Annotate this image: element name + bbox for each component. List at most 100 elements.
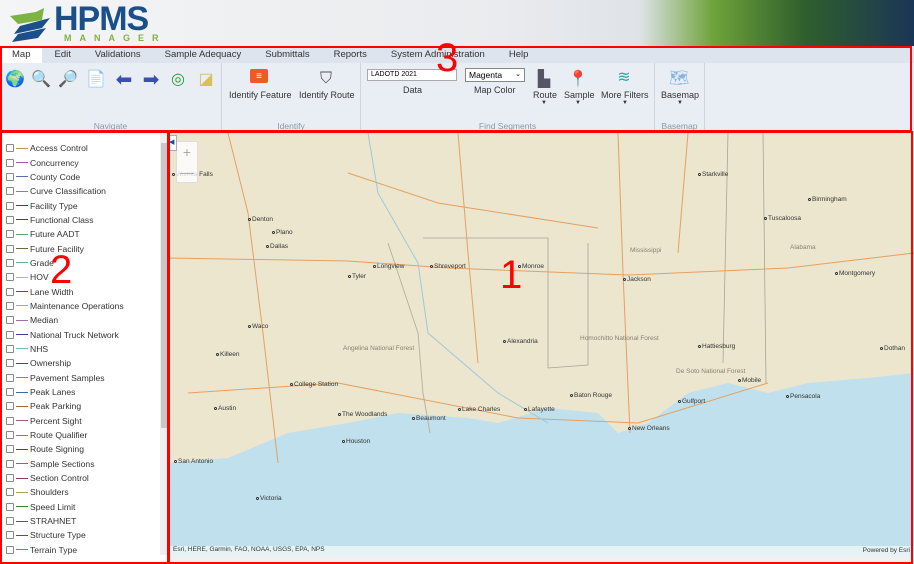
layer-item[interactable]: Future AADT <box>0 227 168 241</box>
layer-items: Access Control Concurrency County Code Curv… <box>0 133 168 557</box>
layer-checkbox[interactable] <box>6 316 14 325</box>
layer-checkbox[interactable] <box>6 258 14 267</box>
layer-checkbox[interactable] <box>6 301 14 310</box>
layer-item[interactable]: Maintenance Operations <box>0 299 168 313</box>
layer-item[interactable]: Concurrency <box>0 155 168 169</box>
city-name: De Soto National Forest <box>676 368 746 375</box>
tab-submittals[interactable]: Submittals <box>253 46 321 63</box>
layer-checkbox[interactable] <box>6 201 14 210</box>
collapse-sidebar-button[interactable]: ◀ <box>168 135 177 151</box>
layer-item[interactable]: STRAHNET <box>0 514 168 528</box>
city-name: Baton Rouge <box>574 392 612 399</box>
city-name: New Orleans <box>632 425 670 432</box>
layer-checkbox[interactable] <box>6 330 14 339</box>
layer-checkbox[interactable] <box>6 545 14 554</box>
eraser-icon[interactable]: ◪ <box>196 69 216 89</box>
layer-checkbox[interactable] <box>6 431 14 440</box>
layer-checkbox[interactable] <box>6 402 14 411</box>
city-name: Montgomery <box>839 270 876 277</box>
layer-item[interactable]: Structure Type <box>0 528 168 542</box>
zoom-out-button[interactable]: — <box>177 162 197 182</box>
powered-by-esri[interactable]: Powered by Esri <box>863 547 910 554</box>
layer-item[interactable]: Percent Sight <box>0 414 168 428</box>
back-arrow-icon[interactable]: ⬅ <box>114 69 134 91</box>
layer-item[interactable]: Median <box>0 313 168 327</box>
layer-item[interactable]: HOV <box>0 270 168 284</box>
layer-item[interactable]: Pavement Samples <box>0 371 168 385</box>
layer-checkbox[interactable] <box>6 531 14 540</box>
layer-checkbox[interactable] <box>6 416 14 425</box>
layer-item[interactable]: Access Control <box>0 141 168 155</box>
layer-checkbox[interactable] <box>6 445 14 454</box>
layer-checkbox[interactable] <box>6 158 14 167</box>
layer-label: Route Signing <box>30 444 84 455</box>
map-horizontal-scrollbar[interactable] <box>168 556 914 564</box>
layer-checkbox[interactable] <box>6 502 14 511</box>
city-dot-icon <box>628 427 631 430</box>
zoom-in-icon[interactable]: 🔍 <box>31 69 51 89</box>
tab-reports[interactable]: Reports <box>322 46 379 63</box>
chevron-down-icon: ⌄ <box>515 71 521 78</box>
layer-checkbox[interactable] <box>6 144 14 153</box>
tab-sample-adequacy[interactable]: Sample Adequacy <box>153 46 254 63</box>
layer-checkbox[interactable] <box>6 388 14 397</box>
locate-icon[interactable]: ◎ <box>168 69 188 89</box>
tab-help[interactable]: Help <box>497 46 541 63</box>
layer-item[interactable]: Speed Limit <box>0 500 168 514</box>
layer-checkbox[interactable] <box>6 187 14 196</box>
layer-checkbox[interactable] <box>6 459 14 468</box>
layer-checkbox[interactable] <box>6 230 14 239</box>
city-dot-icon <box>698 345 701 348</box>
city-dot-icon <box>738 379 741 382</box>
sidebar-scrollbar[interactable] <box>160 133 168 555</box>
layer-checkbox[interactable] <box>6 273 14 282</box>
layer-label: STRAHNET <box>30 516 77 527</box>
hpms-logo[interactable]: HPMS MANAGER <box>6 0 159 46</box>
layer-item[interactable]: NHS <box>0 342 168 356</box>
layer-checkbox[interactable] <box>6 474 14 483</box>
globe-icon[interactable]: 🌍 <box>5 69 25 89</box>
layer-item[interactable]: Shoulders <box>0 485 168 499</box>
layer-item[interactable]: Facility Type <box>0 198 168 212</box>
city-dot-icon <box>764 217 767 220</box>
layer-item[interactable]: Route Signing <box>0 442 168 456</box>
layer-line-swatch <box>16 391 28 393</box>
layer-item[interactable]: National Truck Network <box>0 327 168 341</box>
layer-item[interactable]: Functional Class <box>0 213 168 227</box>
layer-checkbox[interactable] <box>6 517 14 526</box>
layer-checkbox[interactable] <box>6 172 14 181</box>
layer-item[interactable]: Grade <box>0 256 168 270</box>
layer-checkbox[interactable] <box>6 287 14 296</box>
layer-checkbox[interactable] <box>6 488 14 497</box>
tab-validations[interactable]: Validations <box>83 46 153 63</box>
layer-checkbox[interactable] <box>6 215 14 224</box>
layer-item[interactable]: Peak Parking <box>0 399 168 413</box>
tab-edit[interactable]: Edit <box>42 46 82 63</box>
layer-item[interactable]: Peak Lanes <box>0 385 168 399</box>
map-color-select[interactable]: Magenta ⌄ <box>465 68 525 82</box>
layer-item[interactable]: Route Qualifier <box>0 428 168 442</box>
layer-checkbox[interactable] <box>6 359 14 368</box>
city-name: Victoria <box>260 495 282 502</box>
layer-item[interactable]: County Code <box>0 170 168 184</box>
layer-item[interactable]: Future Facility <box>0 241 168 255</box>
zoom-in-button[interactable]: + <box>177 142 197 162</box>
layer-item[interactable]: Terrain Type <box>0 543 168 557</box>
layer-checkbox[interactable] <box>6 244 14 253</box>
layer-checkbox[interactable] <box>6 344 14 353</box>
layer-item[interactable]: Curve Classification <box>0 184 168 198</box>
layer-item[interactable]: Lane Width <box>0 284 168 298</box>
document-search-icon[interactable]: 📄 <box>86 69 106 89</box>
layer-item[interactable]: Sample Sections <box>0 457 168 471</box>
city-name: Tyler <box>352 273 367 280</box>
attribution-text: Esri, HERE, Garmin, FAO, NOAA, USGS, EPA… <box>173 546 325 553</box>
tab-map[interactable]: Map <box>0 46 43 63</box>
layer-checkbox[interactable] <box>6 373 14 382</box>
zoom-out-icon[interactable]: 🔎 <box>58 69 78 89</box>
map-view[interactable]: Wichita FallsDentonPlanoDallasTylerLongv… <box>168 133 914 564</box>
layer-item[interactable]: Section Control <box>0 471 168 485</box>
forward-arrow-icon[interactable]: ➡ <box>141 69 161 91</box>
scrollbar-thumb[interactable] <box>161 143 167 428</box>
layer-item[interactable]: Ownership <box>0 356 168 370</box>
layer-line-swatch <box>16 291 28 293</box>
